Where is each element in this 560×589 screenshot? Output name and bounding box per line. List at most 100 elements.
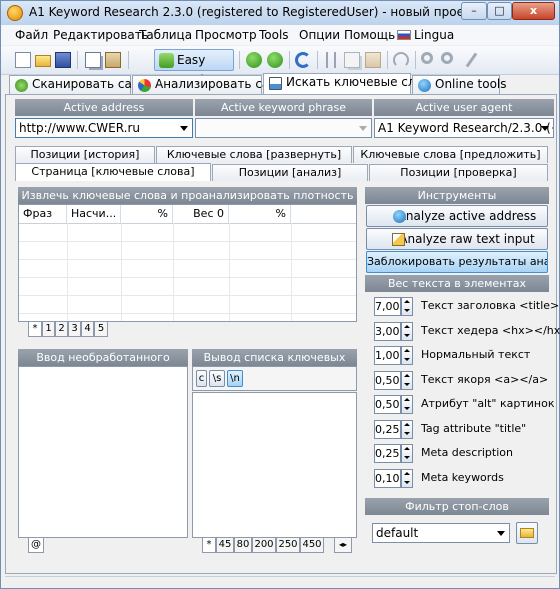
menu-edit[interactable]: Редактировать (53, 28, 149, 42)
active-agent-combo[interactable]: A1 Keyword Research/2.3.0 (+htt (374, 118, 554, 138)
density-tab-5[interactable]: 5 (94, 322, 108, 337)
menu-file[interactable]: Файл (15, 28, 48, 42)
block-results-button[interactable]: Заблокировать результаты анализа (366, 251, 548, 273)
menu-view[interactable]: Просмотр (195, 28, 257, 42)
weight-title-input[interactable]: 7,00 (374, 297, 401, 316)
column-count[interactable]: Насчи... (67, 205, 121, 223)
weight-row: 0,25 Tag attribute "title" (370, 418, 550, 440)
toggle-c[interactable]: c (196, 370, 207, 387)
open-folder-icon (520, 528, 534, 538)
density-tab-3[interactable]: 3 (68, 322, 81, 337)
weight-normal-input[interactable]: 1,00 (374, 346, 401, 365)
refresh-icon[interactable] (293, 50, 313, 70)
column-phrase[interactable]: Фраз (19, 205, 67, 223)
open-stopwords-button[interactable] (516, 522, 538, 544)
spin-updown-icon[interactable] (401, 346, 413, 365)
weight-title-attr-label: Tag attribute "title" (421, 422, 527, 435)
weight-meta-keywords-input[interactable]: 0,10 (374, 469, 401, 488)
spin-updown-icon[interactable] (401, 469, 413, 488)
copy2-icon[interactable] (342, 50, 362, 70)
copy-icon[interactable] (83, 50, 103, 70)
tab-positions-check[interactable]: Позиции [проверка] (369, 164, 548, 181)
paste-icon[interactable] (103, 50, 123, 70)
density-header: Извлечь ключевые слова и проанализироват… (18, 187, 357, 204)
tab-scan-site[interactable]: Сканировать сайт (9, 75, 147, 94)
tab-keywords-suggest[interactable]: Ключевые слова [предложить] (353, 146, 548, 163)
weight-anchor-label: Текст якоря <a></a> (421, 373, 549, 386)
app-icon (7, 5, 23, 21)
tab-positions-history[interactable]: Позиции [история] (15, 146, 155, 163)
tab-keywords-expand[interactable]: Ключевые слова [развернуть] (156, 146, 352, 163)
menu-tools[interactable]: Tools (259, 28, 289, 42)
weight-header-label: Текст хедера <hx></hx> (421, 324, 560, 337)
weight-meta-description-input[interactable]: 0,25 (374, 444, 401, 463)
weight-alt-input[interactable]: 0,50 (374, 395, 401, 414)
keyword-output-list[interactable] (192, 392, 357, 538)
keyword-output-tab-200[interactable]: 200 (252, 538, 276, 553)
maximize-button[interactable]: □ (487, 2, 512, 20)
menu-table[interactable]: Таблица (139, 28, 192, 42)
tab-search-keywords[interactable]: Искать ключевые слова (263, 73, 437, 95)
cut-icon[interactable] (321, 50, 341, 70)
keyword-output-tab-all[interactable]: * (202, 538, 216, 553)
globe-icon (393, 210, 406, 223)
keyword-output-tab-45[interactable]: 45 (216, 538, 234, 553)
density-tab-2[interactable]: 2 (55, 322, 68, 337)
keyword-output-tab-80[interactable]: 80 (234, 538, 252, 553)
toggle-space[interactable]: \s (209, 370, 225, 387)
spin-updown-icon[interactable] (401, 395, 413, 414)
keyword-output-tab-450[interactable]: 450 (300, 538, 324, 553)
back-icon[interactable] (244, 50, 264, 70)
column-percent[interactable]: % (121, 205, 173, 223)
keyword-output-header: Вывод списка ключевых слов (192, 349, 357, 381)
analyze-site-icon (138, 79, 151, 92)
open-folder-icon[interactable] (33, 50, 53, 70)
tools-header: Инструменты (365, 187, 549, 204)
chevron-down-icon (359, 126, 367, 131)
weight-row: 7,00 Текст заголовка <title></ (370, 295, 560, 317)
menu-lingua[interactable]: Lingua (397, 28, 454, 42)
menu-help[interactable]: Помощь (344, 28, 395, 42)
menu-options[interactable]: Опции (299, 28, 340, 42)
new-file-icon[interactable] (13, 50, 33, 70)
toggle-newline[interactable]: \n (227, 370, 243, 387)
forward-icon[interactable] (265, 50, 285, 70)
tab-page-keywords[interactable]: Страница [ключевые слова] (15, 163, 211, 181)
find-icon[interactable] (419, 50, 439, 70)
keyword-output-tab-250[interactable]: 250 (276, 538, 300, 553)
column-weight-percent[interactable]: % (229, 205, 291, 223)
easy-mode-button[interactable]: Easy mode (154, 49, 234, 87)
minimize-button[interactable]: – (461, 2, 487, 20)
density-tab-all[interactable]: * (28, 322, 42, 337)
density-table[interactable]: Фраз Насчи... % Вес 0 % (18, 204, 357, 322)
raw-text-tab-at[interactable]: @ (28, 538, 44, 553)
weight-header-input[interactable]: 3,00 (374, 322, 401, 341)
close-button[interactable]: x (512, 2, 555, 20)
spin-updown-icon[interactable] (401, 371, 413, 390)
tab-online-tools-label: Online tools (435, 77, 507, 91)
paste2-icon[interactable] (363, 50, 383, 70)
analyze-raw-button[interactable]: Analyze raw text input (366, 228, 548, 250)
tab-scroll-arrows-icon[interactable]: ◂▸ (334, 538, 352, 553)
active-address-combo[interactable]: http://www.CWER.ru (15, 118, 193, 138)
density-tab-4[interactable]: 4 (81, 322, 94, 337)
active-keyword-combo[interactable] (195, 118, 372, 138)
find-next-icon[interactable] (439, 50, 459, 70)
column-weight[interactable]: Вес 0 (173, 205, 229, 223)
spin-updown-icon[interactable] (401, 444, 413, 463)
magic-wand-icon[interactable] (461, 50, 481, 70)
analyze-address-button[interactable]: Analyze active address (366, 205, 548, 227)
spin-updown-icon[interactable] (401, 297, 413, 316)
tab-online-tools[interactable]: Online tools (412, 75, 507, 94)
spin-updown-icon[interactable] (401, 420, 413, 439)
spin-updown-icon[interactable] (401, 322, 413, 341)
undo-icon[interactable] (391, 50, 411, 70)
tab-positions-analysis[interactable]: Позиции [анализ] (212, 164, 368, 181)
stopwords-combo[interactable]: default (372, 523, 510, 543)
density-tab-1[interactable]: 1 (42, 322, 55, 337)
save-icon[interactable] (53, 50, 73, 70)
weight-title-attr-input[interactable]: 0,25 (374, 420, 401, 439)
tab-analyze-site[interactable]: Анализировать сайт (132, 75, 284, 94)
weight-anchor-input[interactable]: 0,50 (374, 371, 401, 390)
raw-text-input[interactable] (18, 366, 188, 538)
